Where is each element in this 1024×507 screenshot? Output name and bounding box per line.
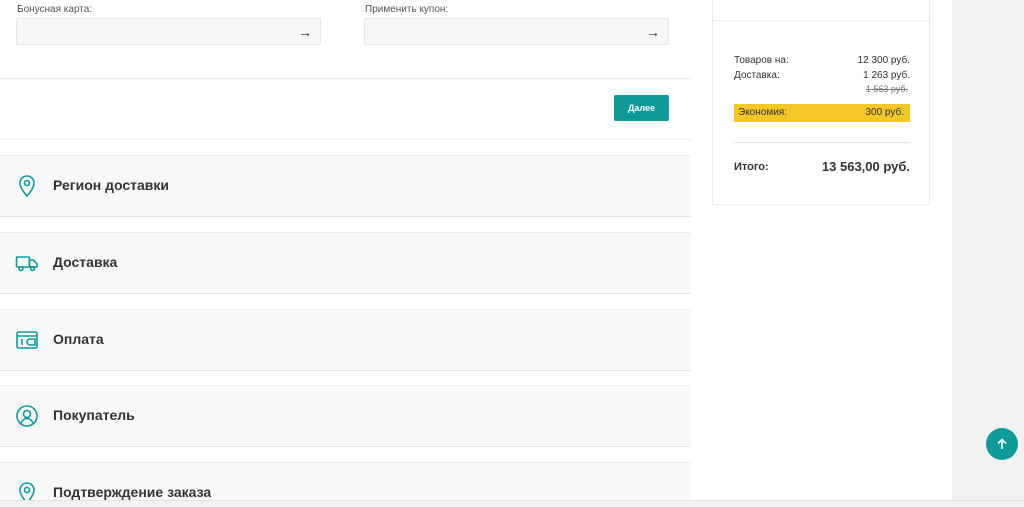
location-pin-icon [19, 175, 35, 198]
section-payment[interactable]: Оплата [0, 309, 691, 371]
summary-header [712, 0, 930, 21]
bonus-card-arrow-icon[interactable]: → [298, 24, 312, 40]
divider [734, 142, 910, 143]
wallet-icon [16, 331, 38, 349]
section-delivery-region[interactable]: Регион доставки [0, 155, 691, 217]
coupon-label: Применить купон: [365, 4, 449, 15]
delivery-row: Доставка: 1 263 руб. [734, 70, 910, 81]
section-buyer[interactable]: Покупатель [0, 385, 691, 447]
right-background [952, 0, 1024, 507]
section-title: Подтверждение заказа [53, 484, 212, 500]
coupon-field: → [364, 18, 669, 45]
bonus-card-field: → [16, 18, 321, 45]
bottom-bar [0, 500, 1024, 507]
arrow-up-icon [997, 438, 1007, 449]
order-summary: Товаров на: 12 300 руб. Доставка: 1 263 … [712, 21, 930, 205]
economy-value: 300 руб. [865, 107, 904, 118]
bonus-card-label: Бонусная карта: [17, 4, 93, 15]
section-title: Регион доставки [53, 177, 170, 193]
delivery-value: 1 263 руб. [863, 70, 910, 81]
next-button[interactable]: Далее [614, 95, 669, 121]
economy-row: Экономия: 300 руб. [734, 104, 910, 122]
goods-label: Товаров на: [734, 55, 789, 66]
section-title: Оплата [53, 331, 104, 347]
delivery-old-price: 1 563 руб. [865, 84, 908, 94]
goods-row: Товаров на: 12 300 руб. [734, 55, 910, 66]
section-delivery[interactable]: Доставка [0, 232, 691, 294]
coupon-input[interactable] [365, 19, 668, 44]
scroll-to-top-button[interactable] [986, 428, 1018, 460]
section-title: Доставка [53, 254, 118, 270]
total-label: Итого: [734, 161, 769, 173]
coupon-arrow-icon[interactable]: → [646, 24, 660, 40]
coupon-block: Бонусная карта: → Применить купон: → [0, 0, 691, 79]
section-title: Покупатель [53, 407, 135, 423]
goods-value: 12 300 руб. [857, 55, 910, 66]
economy-label: Экономия: [738, 107, 787, 118]
bonus-card-input[interactable] [17, 19, 320, 44]
total-value: 13 563,00 руб. [821, 159, 910, 174]
truck-icon [15, 256, 38, 272]
delivery-label: Доставка: [734, 70, 780, 81]
total-row: Итого: 13 563,00 руб. [734, 159, 910, 174]
user-icon [16, 405, 38, 427]
next-row: Далее [0, 79, 691, 140]
